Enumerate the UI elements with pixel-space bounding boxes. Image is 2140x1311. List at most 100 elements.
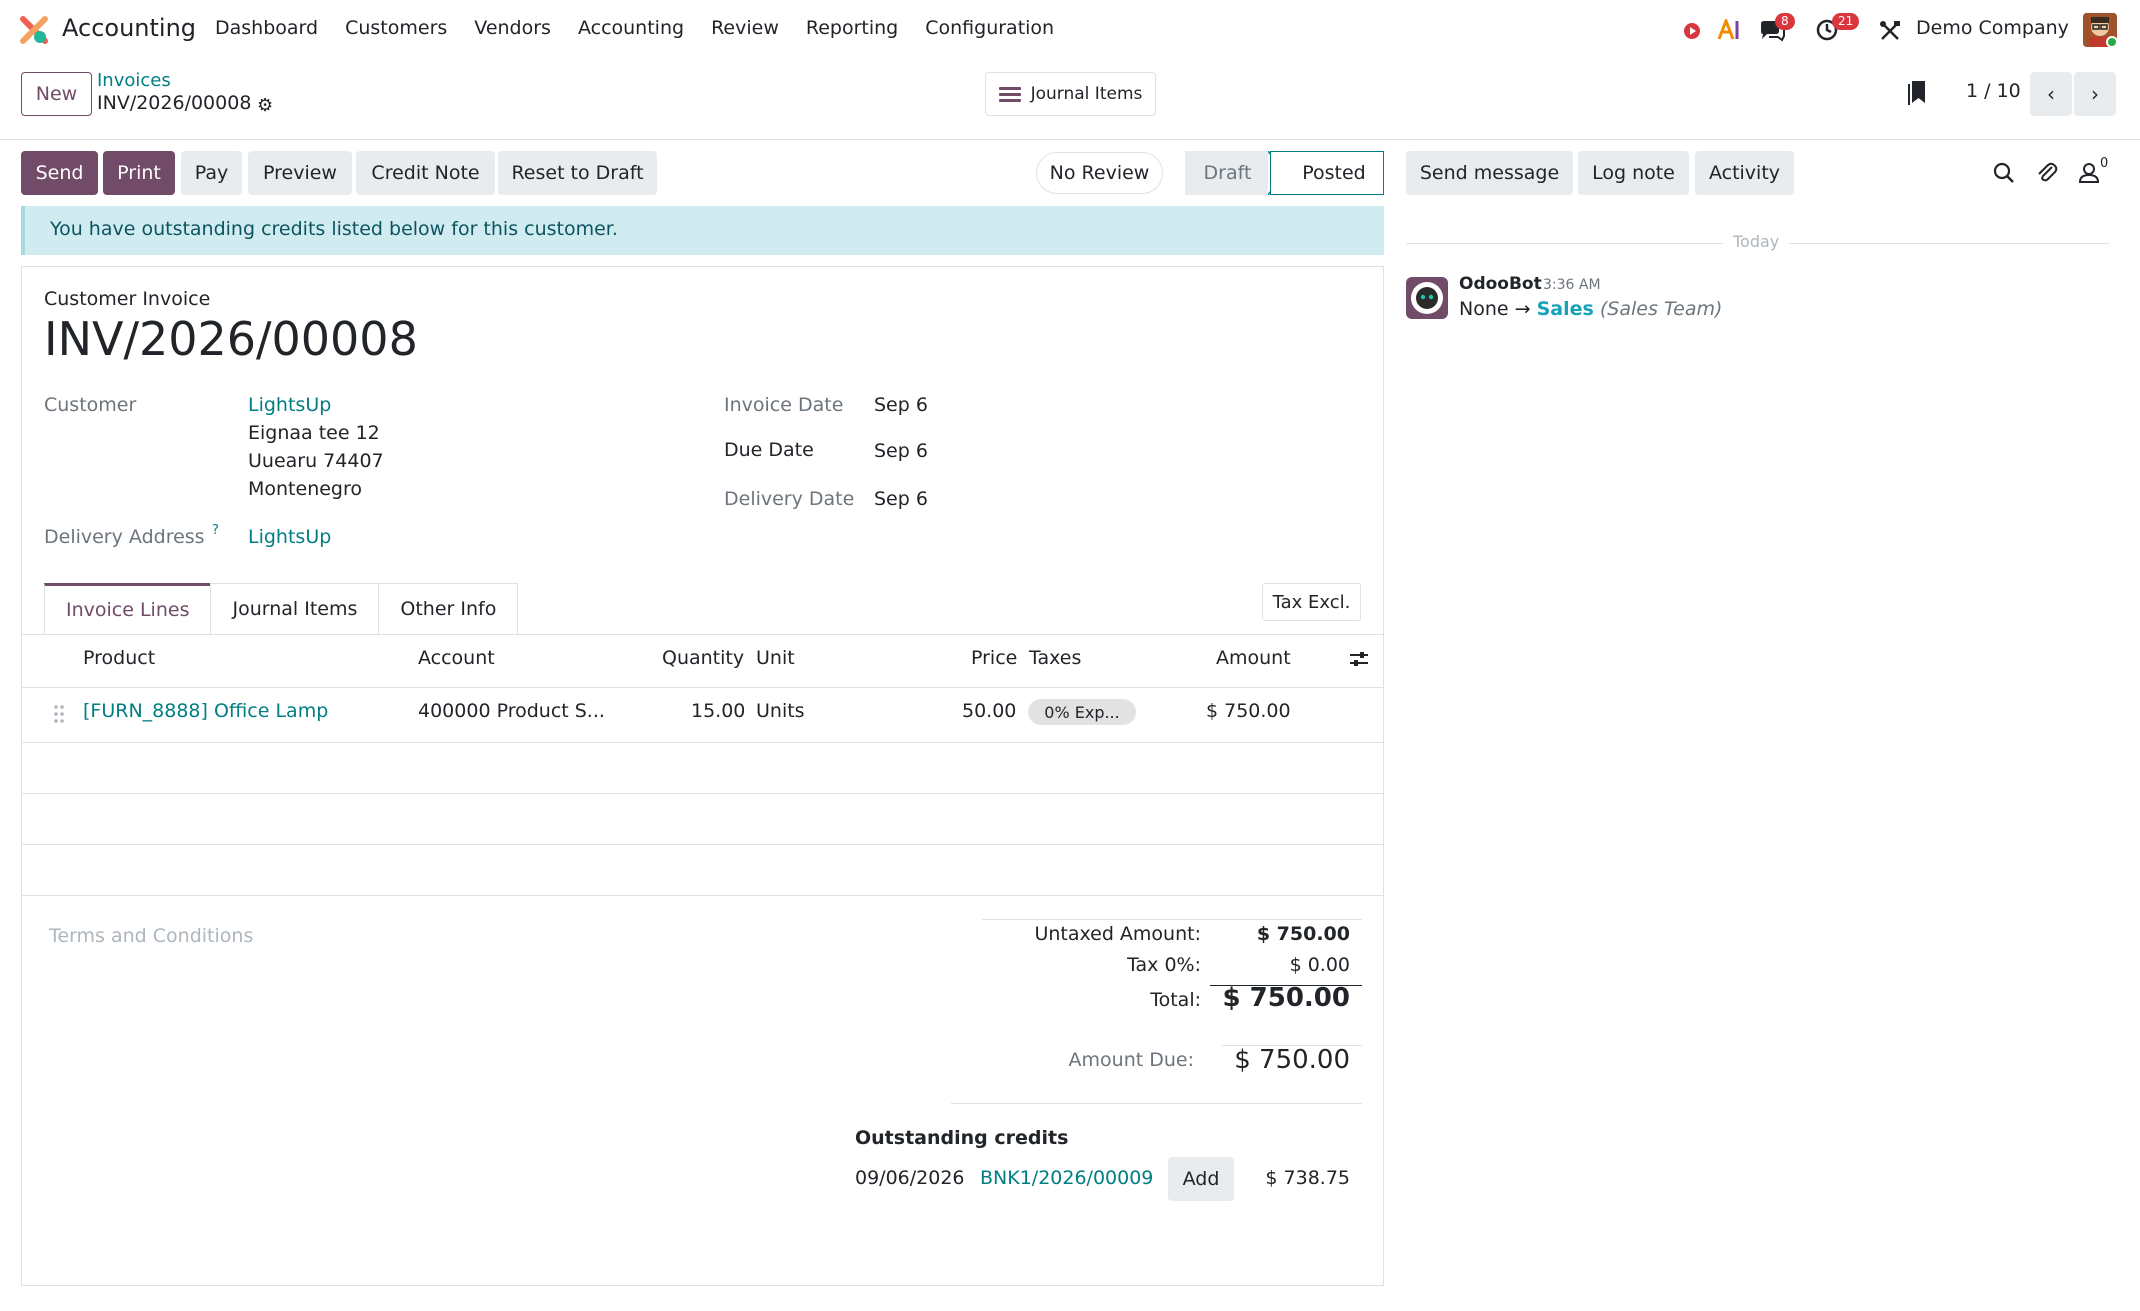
credit-date: 09/06/2026 — [855, 1167, 965, 1189]
pager-next-button[interactable]: › — [2074, 72, 2116, 116]
control-panel: New Invoices INV/2026/00008 ⚙ Journal It… — [0, 60, 2140, 140]
activity-button[interactable]: Activity — [1695, 151, 1794, 195]
col-quantity[interactable]: Quantity — [662, 647, 744, 669]
new-button[interactable]: New — [21, 72, 92, 116]
terms-conditions-field[interactable]: Terms and Conditions — [49, 925, 253, 947]
online-status-dot — [2106, 36, 2118, 48]
tab-other-info[interactable]: Other Info — [378, 583, 519, 634]
line-price[interactable]: 50.00 — [962, 700, 1016, 722]
pager-value[interactable]: 1 / 10 — [1966, 80, 2021, 102]
status-bar: Draft Posted — [1185, 151, 1384, 195]
message-time: 3:36 AM — [1543, 277, 1601, 293]
menu-configuration[interactable]: Configuration — [925, 17, 1054, 39]
untaxed-amount-value: $ 750.00 — [1256, 923, 1350, 945]
divider — [22, 687, 1383, 688]
pay-button[interactable]: Pay — [181, 151, 242, 195]
col-unit[interactable]: Unit — [756, 647, 795, 669]
send-message-button[interactable]: Send message — [1406, 151, 1573, 195]
invoice-date-field[interactable]: Sep 6 — [874, 394, 928, 416]
gear-icon[interactable]: ⚙ — [257, 95, 273, 116]
menu-review[interactable]: Review — [711, 17, 779, 39]
tracking-old-value: None — [1459, 298, 1509, 320]
menu-reporting[interactable]: Reporting — [806, 17, 898, 39]
line-unit[interactable]: Units — [756, 700, 805, 722]
total-label: Total: — [1150, 989, 1201, 1011]
tools-icon[interactable] — [1879, 20, 1901, 42]
menu-dashboard[interactable]: Dashboard — [215, 17, 318, 39]
breadcrumb-current-record: INV/2026/00008 — [97, 92, 252, 114]
optional-columns-icon[interactable] — [1349, 650, 1369, 668]
breadcrumb-invoices[interactable]: Invoices — [97, 70, 171, 91]
tax-excl-toggle[interactable]: Tax Excl. — [1262, 583, 1361, 621]
pager-previous-button[interactable]: ‹ — [2030, 72, 2072, 116]
address-line2: Uuearu 74407 — [248, 450, 384, 472]
delivery-address-link[interactable]: LightsUp — [248, 526, 331, 548]
col-taxes[interactable]: Taxes — [1029, 647, 1081, 669]
col-amount[interactable]: Amount — [1216, 647, 1291, 669]
list-icon — [998, 84, 1021, 105]
credit-note-button[interactable]: Credit Note — [356, 151, 495, 195]
line-product[interactable]: [FURN_8888] Office Lamp — [83, 700, 328, 722]
drag-handle-icon[interactable] — [53, 704, 65, 724]
line-quantity[interactable]: 15.00 — [691, 700, 745, 722]
reset-to-draft-button[interactable]: Reset to Draft — [498, 151, 657, 195]
invoice-date-label: Invoice Date — [724, 394, 844, 416]
help-icon[interactable]: ? — [212, 523, 219, 538]
bookmark-icon[interactable] — [1908, 80, 1926, 106]
divider — [22, 844, 1383, 845]
outstanding-credits-title: Outstanding credits — [855, 1127, 1069, 1149]
messages-badge: 8 — [1775, 13, 1795, 30]
log-note-button[interactable]: Log note — [1578, 151, 1689, 195]
status-draft[interactable]: Draft — [1185, 151, 1270, 195]
menu-accounting[interactable]: Accounting — [578, 17, 684, 39]
divider — [22, 793, 1383, 794]
outstanding-credits-alert: You have outstanding credits listed belo… — [21, 206, 1384, 255]
col-price[interactable]: Price — [971, 647, 1017, 669]
line-tax-badge[interactable]: 0% Exp... — [1028, 699, 1136, 725]
line-account[interactable]: 400000 Product S... — [418, 700, 605, 722]
credit-reference-link[interactable]: BNK1/2026/00009 — [980, 1167, 1153, 1189]
due-date-field[interactable]: Sep 6 — [874, 440, 928, 462]
record-icon[interactable] — [1682, 21, 1702, 41]
invoice-number: INV/2026/00008 — [44, 312, 418, 366]
main-menu: Dashboard Customers Vendors Accounting R… — [215, 17, 1081, 39]
status-posted[interactable]: Posted — [1270, 151, 1384, 195]
send-button[interactable]: Send — [21, 151, 98, 195]
delivery-date-field[interactable]: Sep 6 — [874, 488, 928, 510]
notebook-tabs: Invoice Lines Journal Items Other Info — [44, 583, 519, 634]
tab-journal-items[interactable]: Journal Items — [210, 583, 380, 634]
menu-vendors[interactable]: Vendors — [474, 17, 551, 39]
divider — [982, 919, 1362, 920]
followers-lock-icon[interactable] — [2076, 160, 2102, 186]
journal-items-smart-button[interactable]: Journal Items — [985, 72, 1156, 116]
print-button[interactable]: Print — [103, 151, 175, 195]
review-state-button[interactable]: No Review — [1036, 152, 1163, 194]
ai-icon[interactable] — [1717, 19, 1741, 41]
preview-button[interactable]: Preview — [248, 151, 352, 195]
amount-due-label: Amount Due: — [1068, 1049, 1194, 1071]
customer-link[interactable]: LightsUp — [248, 394, 331, 416]
odoobot-avatar[interactable] — [1406, 277, 1448, 319]
app-name[interactable]: Accounting — [62, 14, 196, 42]
date-separator-label: Today — [1723, 232, 1790, 251]
col-account[interactable]: Account — [418, 647, 495, 669]
top-navbar: Accounting Dashboard Customers Vendors A… — [0, 0, 2140, 60]
company-switcher[interactable]: Demo Company — [1916, 17, 2069, 39]
chevron-left-icon: ‹ — [2047, 82, 2055, 106]
paperclip-icon[interactable] — [2034, 160, 2060, 186]
amount-due-value: $ 750.00 — [1234, 1045, 1350, 1075]
followers-count: 0 — [2100, 156, 2109, 171]
due-date-label: Due Date — [724, 439, 814, 461]
tracking-new-value: Sales — [1536, 298, 1594, 320]
delivery-date-label: Delivery Date — [724, 488, 855, 510]
arrow-right-icon: → — [1514, 298, 1531, 320]
tracking-field-name: (Sales Team) — [1599, 298, 1723, 320]
delivery-address-label: Delivery Address — [44, 526, 205, 548]
search-icon[interactable] — [1991, 160, 2017, 186]
menu-customers[interactable]: Customers — [345, 17, 447, 39]
divider — [22, 634, 1383, 635]
message-author[interactable]: OdooBot — [1459, 274, 1542, 294]
tab-invoice-lines[interactable]: Invoice Lines — [44, 583, 212, 634]
app-logo-icon[interactable] — [20, 16, 48, 44]
col-product[interactable]: Product — [83, 647, 155, 669]
